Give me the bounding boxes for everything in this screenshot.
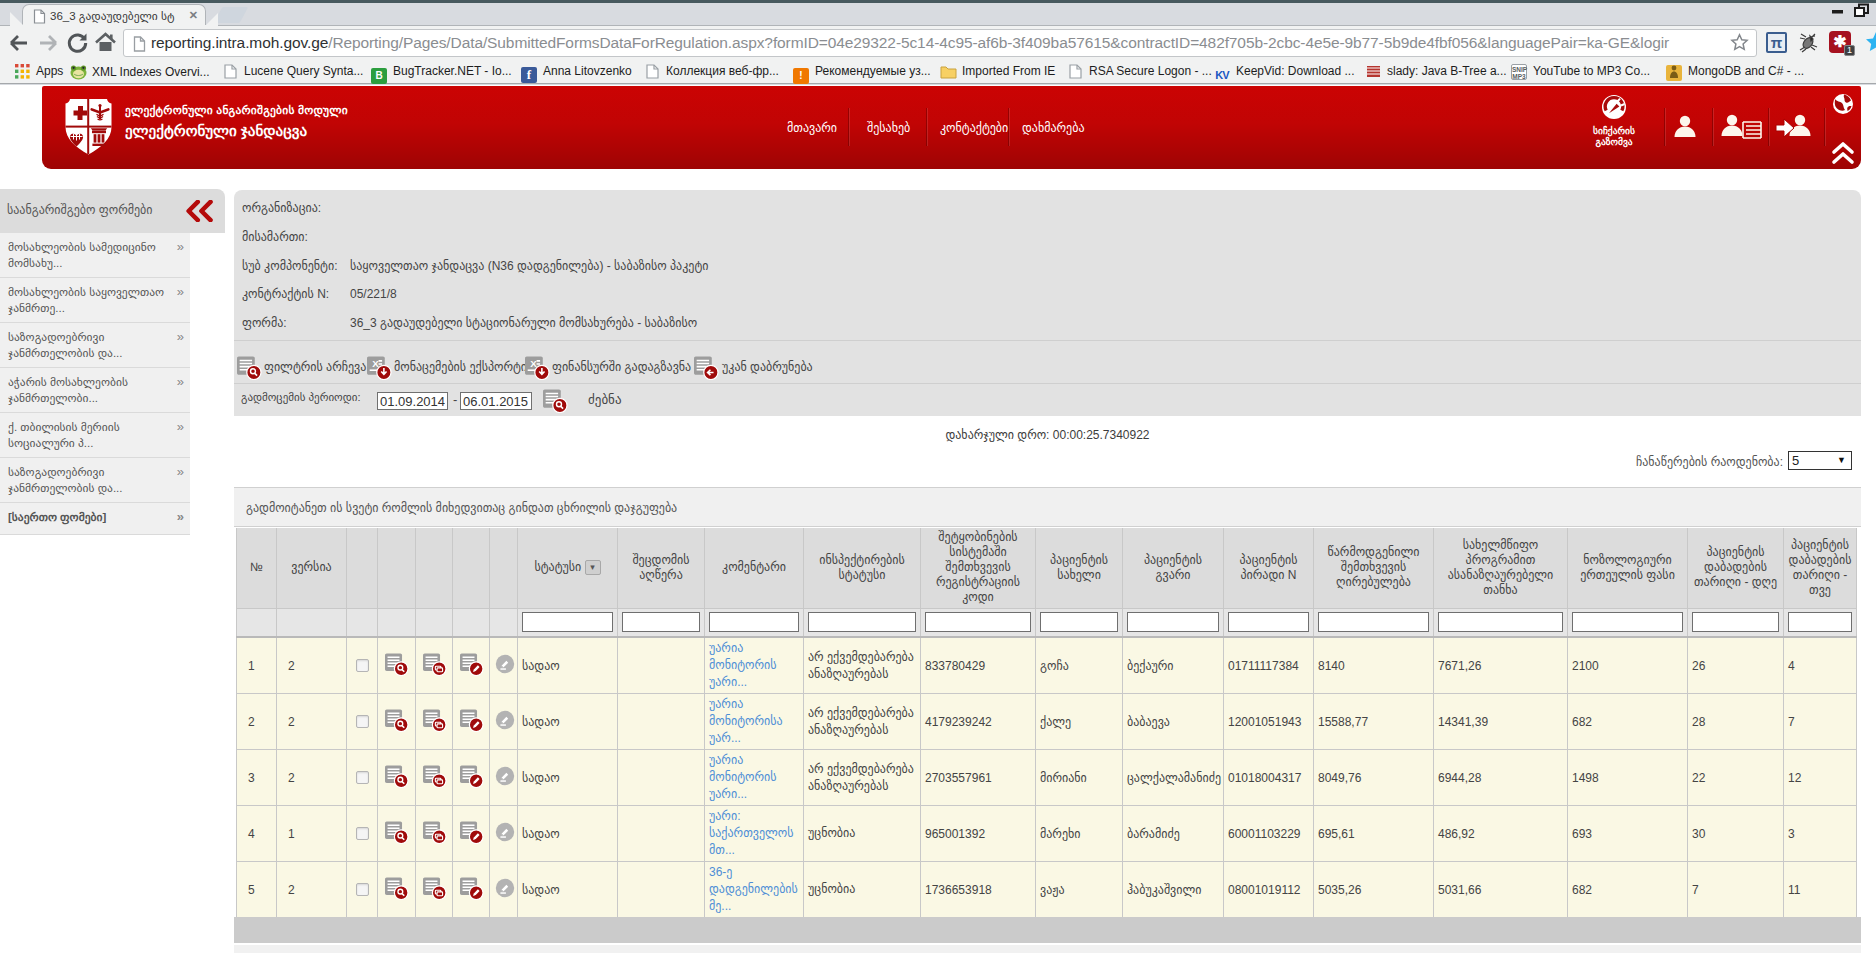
svg-text:X: X xyxy=(530,358,537,369)
svg-text:X: X xyxy=(372,358,379,369)
